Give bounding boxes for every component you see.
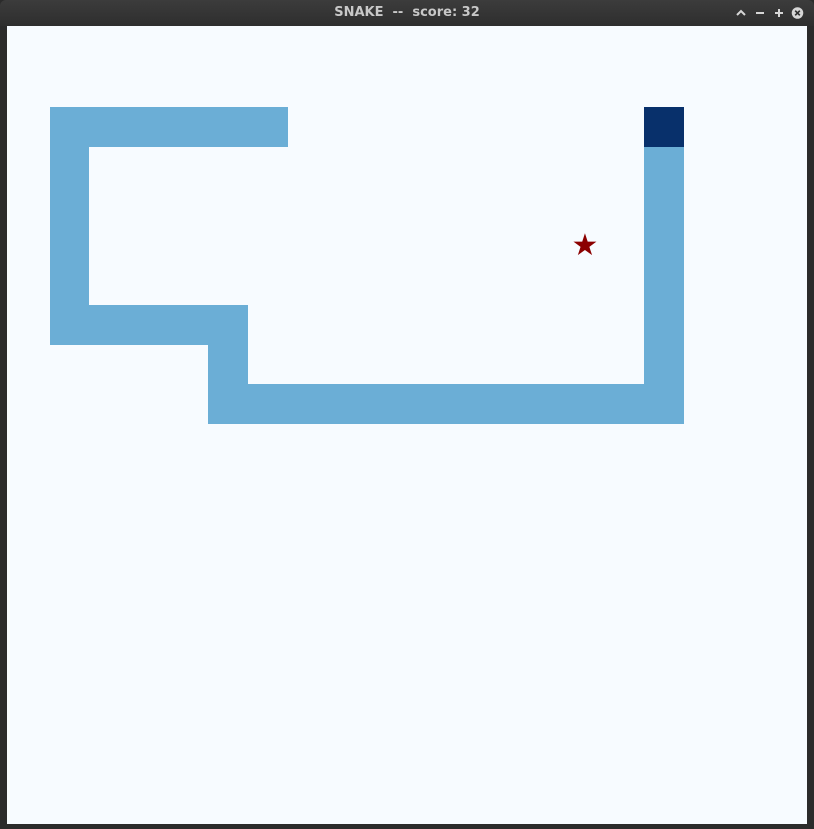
game-window: SNAKE -- score: 32 ★ bbox=[0, 0, 814, 829]
snake-body-segment bbox=[644, 147, 684, 424]
plus-icon[interactable] bbox=[772, 5, 785, 21]
title-bar[interactable]: SNAKE -- score: 32 bbox=[0, 0, 814, 26]
snake-head bbox=[644, 107, 684, 147]
window-controls bbox=[734, 5, 804, 21]
close-circle-icon[interactable] bbox=[791, 5, 804, 21]
food-star-icon: ★ bbox=[571, 228, 599, 263]
minus-icon[interactable] bbox=[753, 5, 766, 21]
chevron-up-icon[interactable] bbox=[734, 5, 747, 21]
game-board[interactable]: ★ bbox=[7, 26, 807, 824]
snake-body-segment bbox=[208, 384, 684, 424]
window-title: SNAKE -- score: 32 bbox=[334, 5, 480, 20]
